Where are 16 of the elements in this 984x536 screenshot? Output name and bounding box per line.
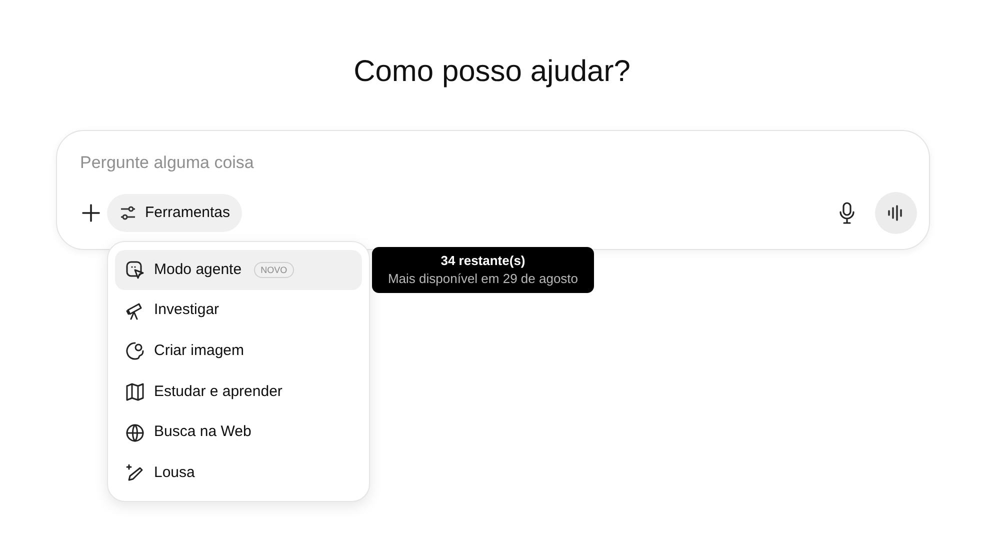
tooltip-subtitle: Mais disponível em 29 de agosto [388,270,578,288]
globe-icon [125,422,145,443]
tools-button[interactable]: Ferramentas [107,194,242,232]
waveform-icon [887,205,905,221]
agent-icon [125,260,145,280]
sliders-icon [119,205,137,221]
menu-item[interactable]: Modo agente NOVO [115,250,362,290]
page-heading: Como posso ajudar? [354,54,630,90]
prompt-field[interactable]: Pergunte alguma coisa [79,151,907,175]
pencil-sparkle-icon [125,463,145,484]
plus-icon [82,204,100,222]
palette-icon [125,341,145,362]
tooltip-title: 34 restante(s) [440,252,526,270]
microphone-icon [839,202,855,224]
new-badge: NOVO [254,262,294,278]
voice-mode-button[interactable] [875,192,917,234]
